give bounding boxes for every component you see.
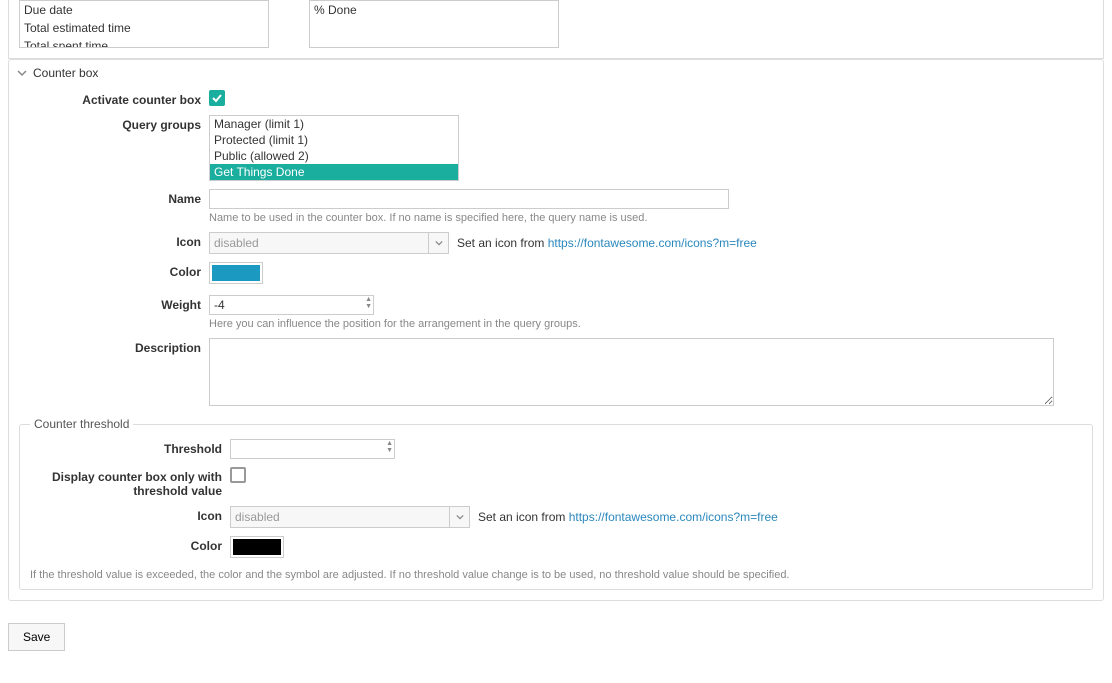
list-item[interactable]: Total spent time: [20, 37, 268, 48]
threshold-color-label: Color: [30, 536, 230, 553]
right-column-listbox[interactable]: % Done: [309, 0, 559, 48]
activate-label: Activate counter box: [19, 90, 209, 107]
threshold-input[interactable]: [230, 439, 395, 459]
chevron-down-icon: [428, 233, 448, 253]
counter-box-title: Counter box: [33, 66, 98, 80]
threshold-help: If the threshold value is exceeded, the …: [30, 569, 1082, 581]
weight-input[interactable]: [209, 295, 374, 315]
query-groups-select[interactable]: Manager (limit 1) Protected (limit 1) Pu…: [209, 115, 459, 181]
name-input[interactable]: [209, 189, 729, 209]
list-item[interactable]: Public (allowed 2): [210, 148, 458, 164]
icon-select-value: disabled: [214, 236, 259, 250]
display-threshold-checkbox[interactable]: [230, 467, 246, 483]
threshold-legend: Counter threshold: [30, 417, 133, 431]
top-columns-area: Due date Total estimated time Total spen…: [8, 0, 1104, 59]
left-column-listbox[interactable]: Due date Total estimated time Total spen…: [19, 0, 269, 48]
icon-hint: Set an icon from https://fontawesome.com…: [457, 236, 757, 250]
color-swatch: [212, 265, 260, 281]
color-label: Color: [19, 262, 209, 279]
display-threshold-label: Display counter box only with threshold …: [30, 467, 230, 498]
list-item[interactable]: Due date: [20, 1, 268, 19]
color-picker[interactable]: [209, 262, 263, 284]
counter-box-fieldset: Counter box Activate counter box Query g…: [8, 59, 1104, 601]
name-label: Name: [19, 189, 209, 206]
icon-select[interactable]: disabled: [209, 232, 449, 254]
weight-label: Weight: [19, 295, 209, 312]
spinner-arrows[interactable]: ▲▼: [365, 296, 372, 310]
icon-hint: Set an icon from https://fontawesome.com…: [478, 510, 778, 524]
description-label: Description: [19, 338, 209, 355]
threshold-fieldset: Counter threshold Threshold ▲▼ Display c…: [19, 417, 1093, 590]
icon-label: Icon: [19, 232, 209, 249]
color-swatch: [233, 539, 281, 555]
activate-checkbox[interactable]: [209, 90, 225, 106]
icon-select-value: disabled: [235, 510, 280, 524]
chevron-down-icon: [449, 507, 469, 527]
spinner-arrows[interactable]: ▲▼: [386, 440, 393, 454]
threshold-label: Threshold: [30, 439, 230, 456]
query-groups-label: Query groups: [19, 115, 209, 132]
weight-help: Here you can influence the position for …: [209, 318, 1093, 330]
name-help: Name to be used in the counter box. If n…: [209, 212, 1093, 224]
threshold-icon-label: Icon: [30, 506, 230, 523]
list-item[interactable]: Get Things Done: [210, 164, 458, 180]
fontawesome-link[interactable]: https://fontawesome.com/icons?m=free: [548, 236, 757, 250]
threshold-color-picker[interactable]: [230, 536, 284, 558]
description-textarea[interactable]: [209, 338, 1054, 406]
threshold-icon-select[interactable]: disabled: [230, 506, 470, 528]
chevron-down-icon: [17, 68, 27, 78]
save-button[interactable]: Save: [8, 623, 65, 651]
list-item[interactable]: Protected (limit 1): [210, 132, 458, 148]
fontawesome-link[interactable]: https://fontawesome.com/icons?m=free: [569, 510, 778, 524]
list-item[interactable]: % Done: [310, 1, 558, 19]
counter-box-legend[interactable]: Counter box: [9, 60, 1103, 86]
list-item[interactable]: Total estimated time: [20, 19, 268, 37]
list-item[interactable]: Manager (limit 1): [210, 116, 458, 132]
